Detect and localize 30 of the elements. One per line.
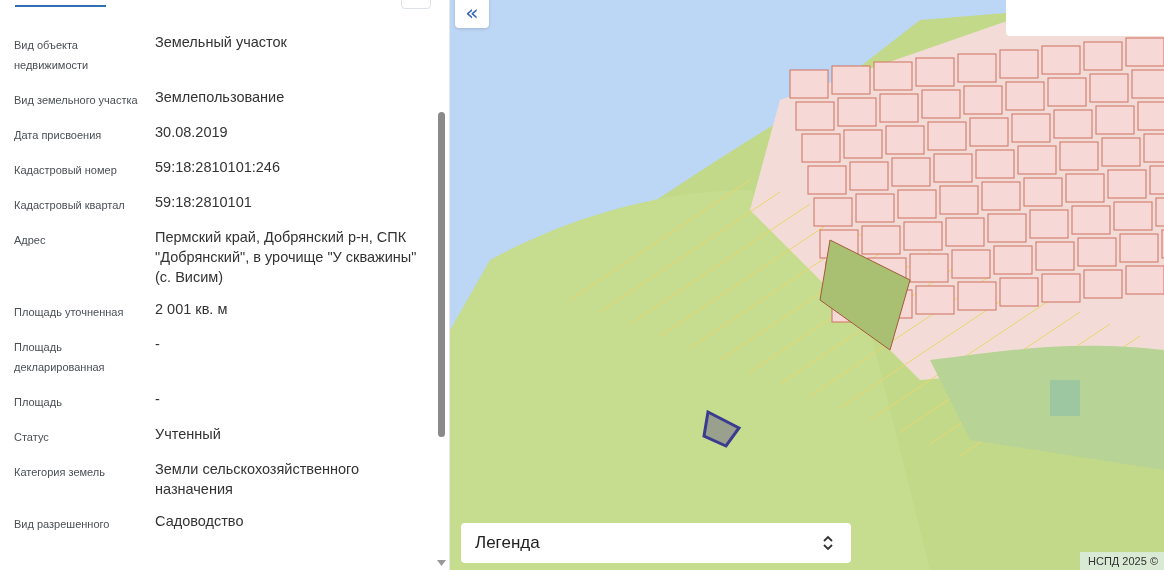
field-label: Площадь [14, 395, 63, 410]
field-label: Площадь декларированная [14, 340, 106, 375]
field-value: 2 001 кв. м [155, 300, 229, 319]
field-label: Статус [14, 430, 50, 445]
field-label: Площадь уточненная [14, 305, 125, 320]
field-value: Пермский край, Добрянский р-н, СПК "Добрянский", в урочище "У скважины" (с. Висим) [155, 228, 418, 287]
chevron-up-down-icon [823, 535, 833, 551]
field-label: Дата присвоения [14, 128, 103, 143]
map-attribution: НСПД 2025 © [1080, 552, 1164, 570]
field-value: 30.08.2019 [155, 123, 229, 142]
field-value: Садоводство [155, 512, 245, 531]
field-label: Вид земельного участка [14, 93, 139, 108]
field-label: Категория земель [14, 465, 106, 480]
field-value: Земли сельскохозяйственного назначения [155, 460, 361, 499]
field-label: Кадастровый квартал [14, 198, 126, 213]
field-value: 59:18:2810101:246 [155, 158, 281, 177]
field-value: - [155, 390, 161, 409]
scrollbar[interactable] [438, 112, 445, 437]
collapse-button[interactable]: « [455, 0, 489, 28]
field-value: Землепользование [155, 88, 286, 107]
field-value: Учтенный [155, 425, 222, 444]
field-value: - [155, 335, 161, 354]
field-label: Вид объекта недвижимости [14, 38, 90, 73]
legend-dropdown[interactable]: Легенда [461, 523, 851, 563]
field-label: Кадастровый номер [14, 163, 118, 178]
field-value: Земельный участок [155, 33, 288, 52]
field-value: 59:18:2810101 [155, 193, 253, 212]
scroll-down-icon[interactable] [437, 560, 446, 566]
field-label: Адрес [14, 233, 47, 248]
field-label: Вид разрешенного [14, 517, 111, 532]
